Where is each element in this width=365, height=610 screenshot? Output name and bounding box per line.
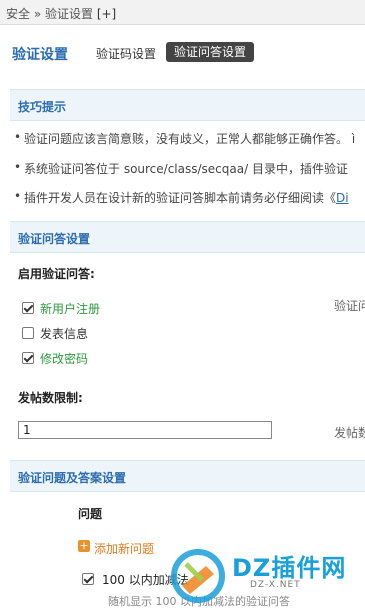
checkbox-register[interactable] xyxy=(22,302,34,314)
tip-text: 插件开发人员在设计新的验证问答脚本前请务必仔细阅读《 xyxy=(24,191,337,205)
option-post-label: 发表信息 xyxy=(40,327,89,341)
bullet-icon: • xyxy=(14,189,22,203)
tab-qa-settings[interactable]: 验证问答设置 xyxy=(166,42,255,62)
enable-qa-label: 启用验证问答: xyxy=(18,267,95,281)
post-limit-label: 发帖数限制: xyxy=(18,391,83,405)
qa-settings-section-header: 验证问答设置 xyxy=(10,221,365,253)
qa-answers-section-title: 验证问题及答案设置 xyxy=(18,471,127,485)
watermark-subtitle: DZ-X.NET xyxy=(250,580,301,590)
option-register-label: 新用户注册 xyxy=(40,302,101,316)
tip-item: • 插件开发人员在设计新的验证问答脚本前请务必仔细阅读《Di xyxy=(14,189,349,206)
checkbox-change-password[interactable] xyxy=(22,352,34,364)
bullet-icon: • xyxy=(14,130,22,144)
qa-settings-section-title: 验证问答设置 xyxy=(18,232,91,246)
add-shortcut-link[interactable]: [+] xyxy=(97,7,116,21)
tip-text: 验证问题应该言简意赅，没有歧义，正常人都能够正确作答。 ì xyxy=(24,132,356,146)
tip-item: • 系统验证问答位于 source/class/secqaa/ 目录中，插件验证 xyxy=(14,160,348,177)
tips-section-header: 技巧提示 xyxy=(10,89,365,121)
qa-answers-section-header: 验证问题及答案设置 xyxy=(10,460,365,492)
watermark-title: DZ插件网 xyxy=(232,554,347,582)
add-question-link[interactable]: 添加新问题 xyxy=(94,540,154,557)
bullet-icon: • xyxy=(14,160,22,174)
post-limit-note: 发帖数 xyxy=(334,426,365,440)
page-title: 验证设置 xyxy=(12,47,68,63)
column-question-header: 问题 xyxy=(78,507,103,521)
tip-item: • 验证问题应该言简意赅，没有歧义，正常人都能够正确作答。 ì xyxy=(14,130,356,147)
breadcrumb: 安全 » 验证设置 [+] xyxy=(6,5,116,22)
tips-section-title: 技巧提示 xyxy=(18,100,67,114)
enable-qa-note: 验证问 xyxy=(334,299,365,313)
checkbox-post[interactable] xyxy=(22,327,34,339)
plus-icon[interactable]: + xyxy=(78,540,90,552)
tip-text: 系统验证问答位于 source/class/secqaa/ 目录中，插件验证 xyxy=(24,162,348,176)
tab-captcha-settings[interactable]: 验证码设置 xyxy=(96,45,156,62)
doc-link[interactable]: Di xyxy=(336,191,349,205)
option-change-password-label: 修改密码 xyxy=(40,352,89,366)
checkbox-question[interactable] xyxy=(82,573,94,585)
breadcrumb-path: 安全 » 验证设置 xyxy=(6,7,93,21)
post-limit-input[interactable] xyxy=(18,421,272,439)
